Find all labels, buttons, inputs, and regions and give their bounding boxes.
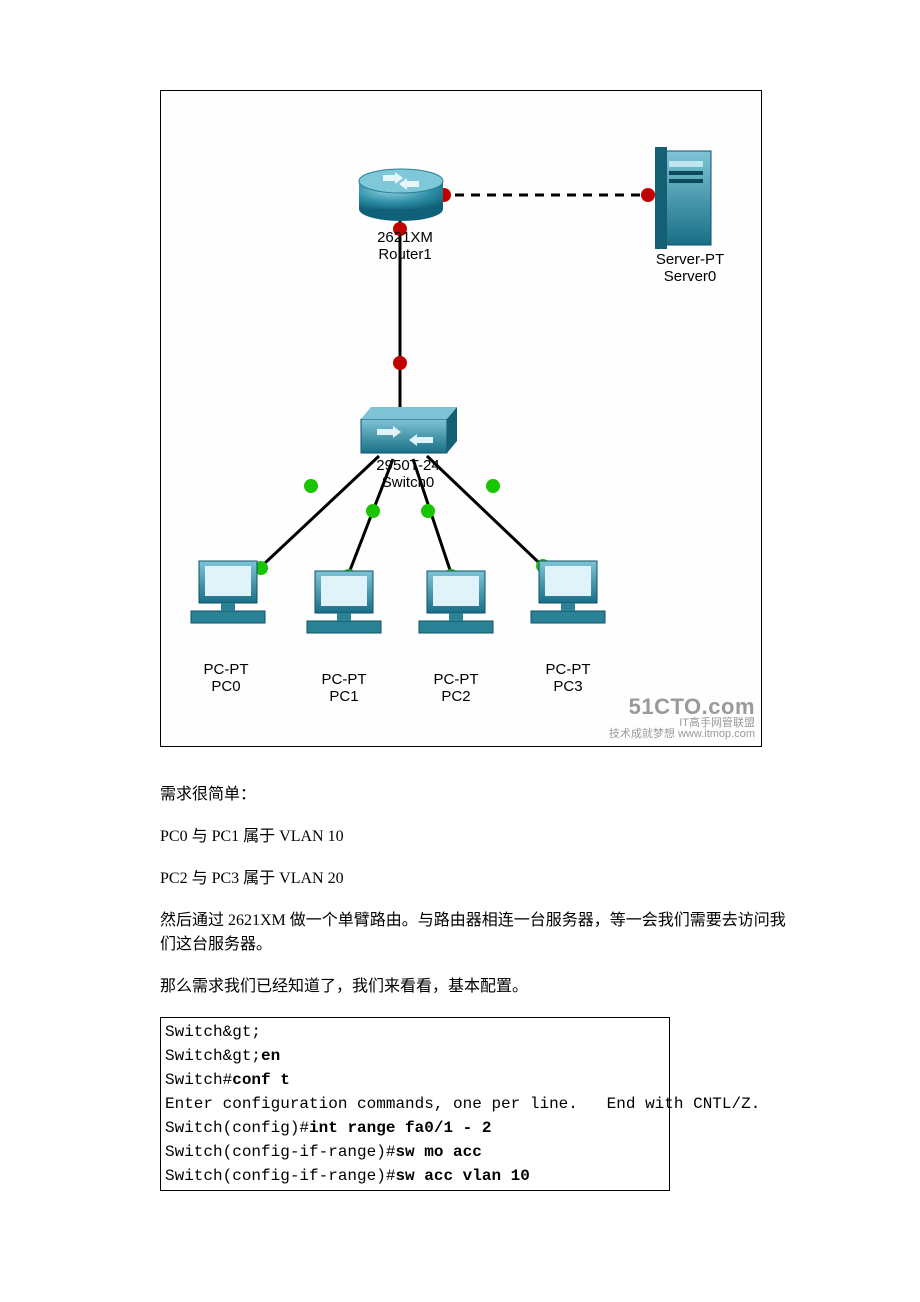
network-topology-figure: 2621XMRouter1 Server-PTServer0 2950T-24S…	[160, 90, 762, 747]
cli-line: Switch(config-if-range)#sw acc vlan 10	[165, 1164, 665, 1188]
cli-line: Enter configuration commands, one per li…	[165, 1092, 665, 1116]
watermark: 51CTO.com IT高手网管联盟 技术成就梦想 www.itmop.com	[609, 696, 755, 740]
cli-line: Switch#conf t	[165, 1068, 665, 1092]
paragraph: 那么需求我们已经知道了，我们来看看，基本配置。	[160, 975, 790, 999]
pc0-label: PC-PTPC0	[181, 661, 271, 695]
paragraph: PC2 与 PC3 属于 VLAN 20	[160, 867, 790, 891]
server-icon	[655, 147, 711, 249]
router-label: 2621XMRouter1	[365, 229, 445, 263]
article-body: 需求很简单： PC0 与 PC1 属于 VLAN 10 PC2 与 PC3 属于…	[160, 783, 790, 999]
switch-label: 2950T-24Switch0	[363, 457, 453, 491]
cli-line: Switch(config-if-range)#sw mo acc	[165, 1140, 665, 1164]
cli-line: Switch&gt;	[165, 1020, 665, 1044]
topology-svg	[161, 91, 761, 746]
paragraph: 需求很简单：	[160, 783, 790, 807]
pc3-icon	[531, 561, 605, 623]
pc3-label: PC-PTPC3	[523, 661, 613, 695]
cli-config-block: Switch&gt; Switch&gt;en Switch#conf t En…	[160, 1017, 670, 1191]
pc1-icon	[307, 571, 381, 633]
pc0-icon	[191, 561, 265, 623]
cli-line: Switch&gt;en	[165, 1044, 665, 1068]
pc2-icon	[419, 571, 493, 633]
switch-icon	[361, 407, 457, 453]
paragraph: PC0 与 PC1 属于 VLAN 10	[160, 825, 790, 849]
paragraph: 然后通过 2621XM 做一个单臂路由。与路由器相连一台服务器，等一会我们需要去…	[160, 909, 790, 957]
router-icon	[359, 169, 443, 221]
server-label: Server-PTServer0	[635, 251, 745, 285]
cli-line: Switch(config)#int range fa0/1 - 2	[165, 1116, 665, 1140]
pc1-label: PC-PTPC1	[299, 671, 389, 705]
pc2-label: PC-PTPC2	[411, 671, 501, 705]
